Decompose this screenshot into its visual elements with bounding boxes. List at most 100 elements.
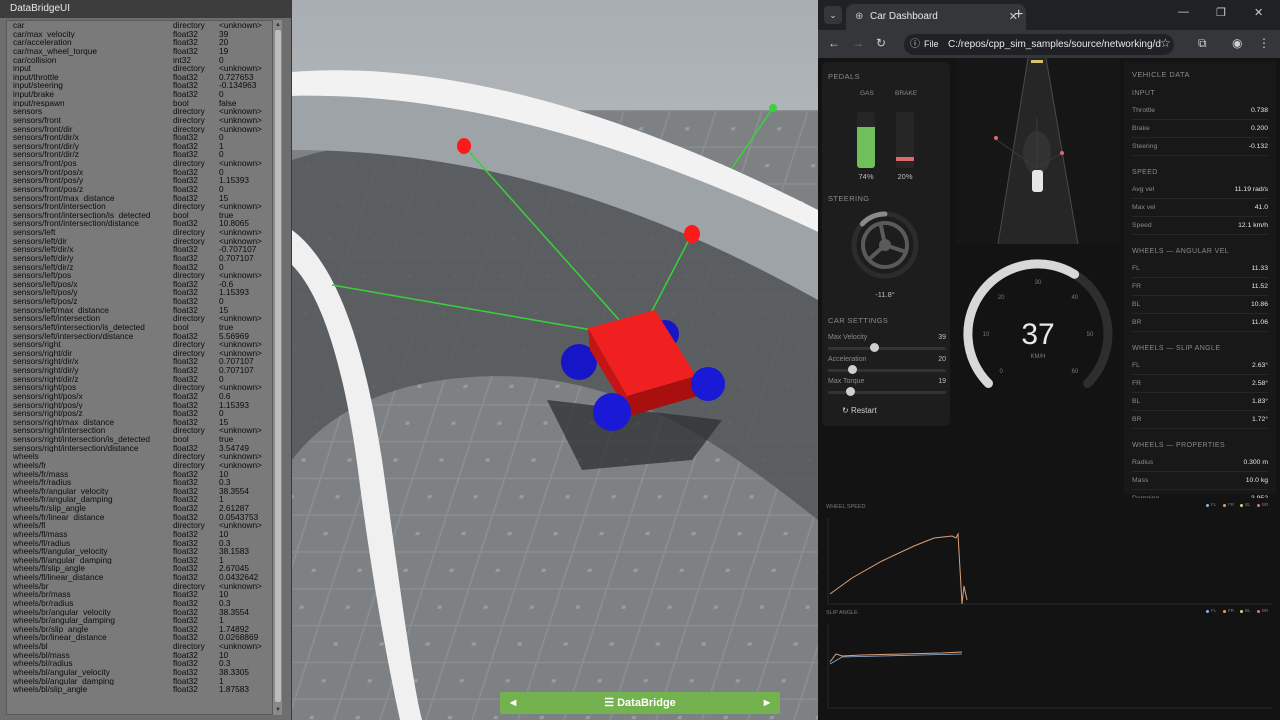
variable-row[interactable]: car/acceleration float32 20 — [7, 38, 277, 47]
variable-row[interactable]: sensors/front/pos directory <unknown> — [7, 159, 277, 168]
variable-row[interactable]: sensors/right/dir directory <unknown> — [7, 349, 277, 358]
variable-row[interactable]: wheels/br/slip_angle float32 1.74892 — [7, 625, 277, 634]
variable-row[interactable]: sensors/left/intersection directory <unkno… — [7, 314, 277, 323]
variable-row[interactable]: sensors/left/dir/y float32 0.707107 — [7, 254, 277, 263]
variable-row[interactable]: wheels/fr/angular_damping float32 1 — [7, 495, 277, 504]
max-velocity-slider[interactable]: Max Velocity 39 — [828, 334, 946, 354]
variable-row[interactable]: sensors/front/pos/z float32 0 — [7, 185, 277, 194]
site-info-icon[interactable]: ⓘ — [910, 34, 920, 55]
variable-row[interactable]: sensors/front/dir/x float32 0 — [7, 133, 277, 142]
restart-button[interactable]: ↻ Restart — [842, 406, 877, 415]
variable-row[interactable]: wheels/br/mass float32 10 — [7, 590, 277, 599]
minimize-icon[interactable]: — — [1178, 6, 1189, 18]
window-close-icon[interactable]: ✕ — [1254, 6, 1263, 19]
profile-icon[interactable]: ◉ — [1232, 36, 1242, 50]
variable-row[interactable]: input/throttle float32 0.727653 — [7, 73, 277, 82]
variable-row[interactable]: sensors/front/dir/z float32 0 — [7, 150, 277, 159]
variable-row[interactable]: wheels/fr/mass float32 10 — [7, 470, 277, 479]
variable-row[interactable]: sensors/left/pos/x float32 -0.6 — [7, 280, 277, 289]
slider-handle[interactable] — [870, 343, 880, 352]
variable-row[interactable]: input directory <unknown> — [7, 64, 277, 73]
variable-row[interactable]: sensors/left directory <unknown> — [7, 228, 277, 237]
variable-row[interactable]: sensors/right/dir/z float32 0 — [7, 375, 277, 384]
variable-row[interactable]: wheels/br/linear_distance float32 0.026886… — [7, 633, 277, 642]
variable-row[interactable]: sensors/left/pos/y float32 1.15393 — [7, 288, 277, 297]
databridge-bar-label[interactable]: ☰ DataBridge — [500, 692, 780, 714]
variable-row[interactable]: wheels/fr/radius float32 0.3 — [7, 478, 277, 487]
tab-search-icon[interactable]: ⌄ — [824, 6, 842, 24]
slider-track[interactable] — [828, 369, 946, 372]
scrollbar-thumb[interactable] — [275, 30, 281, 702]
variable-row[interactable]: input/respawn bool false — [7, 99, 277, 108]
variable-row[interactable]: sensors/left/intersection/distance float3… — [7, 332, 277, 341]
variable-row[interactable]: wheels/fl/linear_distance float32 0.043264… — [7, 573, 277, 582]
bookmark-star-icon[interactable]: ☆ — [1160, 36, 1171, 50]
variable-row[interactable]: wheels/bl/angular_damping float32 1 — [7, 677, 277, 686]
variable-row[interactable]: wheels/fl/slip_angle float32 2.67045 — [7, 564, 277, 573]
variable-row[interactable]: input/brake float32 0 — [7, 90, 277, 99]
variable-row[interactable]: sensors/right directory <unknown> — [7, 340, 277, 349]
slider-handle[interactable] — [847, 365, 857, 374]
variable-row[interactable]: wheels/fl/radius float32 0.3 — [7, 539, 277, 548]
url-text[interactable]: C:/repos/cpp_sim_samples/source/networki… — [948, 34, 1161, 55]
variable-list[interactable]: car directory <unknown> car/max_velocity flo… — [6, 20, 278, 715]
variable-row[interactable]: car/max_wheel_torque float32 19 — [7, 47, 277, 56]
variable-row[interactable]: sensors/left/dir/z float32 0 — [7, 263, 277, 272]
variable-row[interactable]: sensors/right/pos/x float32 0.6 — [7, 392, 277, 401]
slider-handle[interactable] — [846, 387, 856, 396]
variable-row[interactable]: sensors/front/dir/y float32 1 — [7, 142, 277, 151]
variable-row[interactable]: sensors/right/dir/y float32 0.707107 — [7, 366, 277, 375]
databridge-toggle-bar[interactable]: ◀ ☰ DataBridge ▶ — [500, 692, 780, 714]
scroll-down-icon[interactable]: ▼ — [274, 706, 282, 714]
variable-row[interactable]: sensors/left/dir/x float32 -0.707107 — [7, 245, 277, 254]
variable-row[interactable]: wheels/fl directory <unknown> — [7, 521, 277, 530]
variable-row[interactable]: wheels/br/angular_velocity float32 38.3554 — [7, 608, 277, 617]
new-tab-icon[interactable]: + — [1014, 4, 1023, 26]
variable-row[interactable]: wheels/br directory <unknown> — [7, 582, 277, 591]
variable-row[interactable]: sensors/left/pos/z float32 0 — [7, 297, 277, 306]
variable-row[interactable]: wheels/fl/mass float32 10 — [7, 530, 277, 539]
variable-row[interactable]: car/max_velocity float32 39 — [7, 30, 277, 39]
variable-row[interactable]: input/steering float32 -0.134963 — [7, 81, 277, 90]
variable-row[interactable]: wheels/bl/radius float32 0.3 — [7, 659, 277, 668]
simulation-viewport[interactable]: ◀ ☰ DataBridge ▶ — [292, 0, 818, 720]
variable-row[interactable]: sensors/right/intersection directory <unkn… — [7, 426, 277, 435]
variable-row[interactable]: sensors/right/max_distance float32 15 — [7, 418, 277, 427]
variable-row[interactable]: wheels/br/radius float32 0.3 — [7, 599, 277, 608]
variable-row[interactable]: sensors/right/pos/y float32 1.15393 — [7, 401, 277, 410]
variable-row[interactable]: sensors/left/dir directory <unknown> — [7, 237, 277, 246]
variable-row[interactable]: car/collision int32 0 — [7, 56, 277, 65]
back-icon[interactable]: ← — [828, 36, 840, 50]
variable-row[interactable]: car directory <unknown> — [7, 21, 277, 30]
scrollbar[interactable]: ▲ ▼ — [272, 20, 282, 715]
variable-row[interactable]: wheels/fr/linear_distance float32 0.054375… — [7, 513, 277, 522]
variable-row[interactable]: sensors/front directory <unknown> — [7, 116, 277, 125]
variable-row[interactable]: sensors/front/dir directory <unknown> — [7, 125, 277, 134]
variable-row[interactable]: sensors/right/pos directory <unknown> — [7, 383, 277, 392]
variable-row[interactable]: sensors/right/pos/z float32 0 — [7, 409, 277, 418]
variable-row[interactable]: wheels/bl/slip_angle float32 1.87583 — [7, 685, 277, 694]
tab-car-dashboard[interactable]: ⊕ Car Dashboard ✕ — [846, 4, 1026, 30]
variable-row[interactable]: wheels/fr/slip_angle float32 2.61287 — [7, 504, 277, 513]
acceleration-slider[interactable]: Acceleration 20 — [828, 356, 946, 376]
variable-row[interactable]: wheels/bl/mass float32 10 — [7, 651, 277, 660]
variable-row[interactable]: wheels/fr directory <unknown> — [7, 461, 277, 470]
variable-row[interactable]: sensors/front/pos/y float32 1.15393 — [7, 176, 277, 185]
variable-row[interactable]: sensors directory <unknown> — [7, 107, 277, 116]
slider-track[interactable] — [828, 347, 946, 350]
max-torque-slider[interactable]: Max Torque 19 — [828, 378, 946, 398]
variable-row[interactable]: wheels/bl/angular_velocity float32 38.3305 — [7, 668, 277, 677]
variable-row[interactable]: sensors/right/intersection/is_detected bo… — [7, 435, 277, 444]
address-bar[interactable]: ⓘ File C:/repos/cpp_sim_samples/source/n… — [904, 34, 1174, 55]
chevron-right-icon[interactable]: ▶ — [764, 692, 770, 714]
variable-row[interactable]: wheels/br/angular_damping float32 1 — [7, 616, 277, 625]
variable-row[interactable]: sensors/right/dir/x float32 0.707107 — [7, 357, 277, 366]
variable-row[interactable]: sensors/front/intersection directory <unkn… — [7, 202, 277, 211]
variable-row[interactable]: sensors/left/max_distance float32 15 — [7, 306, 277, 315]
variable-row[interactable]: sensors/left/intersection/is_detected boo… — [7, 323, 277, 332]
variable-row[interactable]: wheels/fr/angular_velocity float32 38.3554 — [7, 487, 277, 496]
variable-row[interactable]: wheels/fl/angular_velocity float32 38.1583 — [7, 547, 277, 556]
extensions-icon[interactable]: ⧉ — [1198, 36, 1207, 51]
restore-icon[interactable]: ❐ — [1216, 6, 1226, 19]
variable-row[interactable]: wheels/fl/angular_damping float32 1 — [7, 556, 277, 565]
